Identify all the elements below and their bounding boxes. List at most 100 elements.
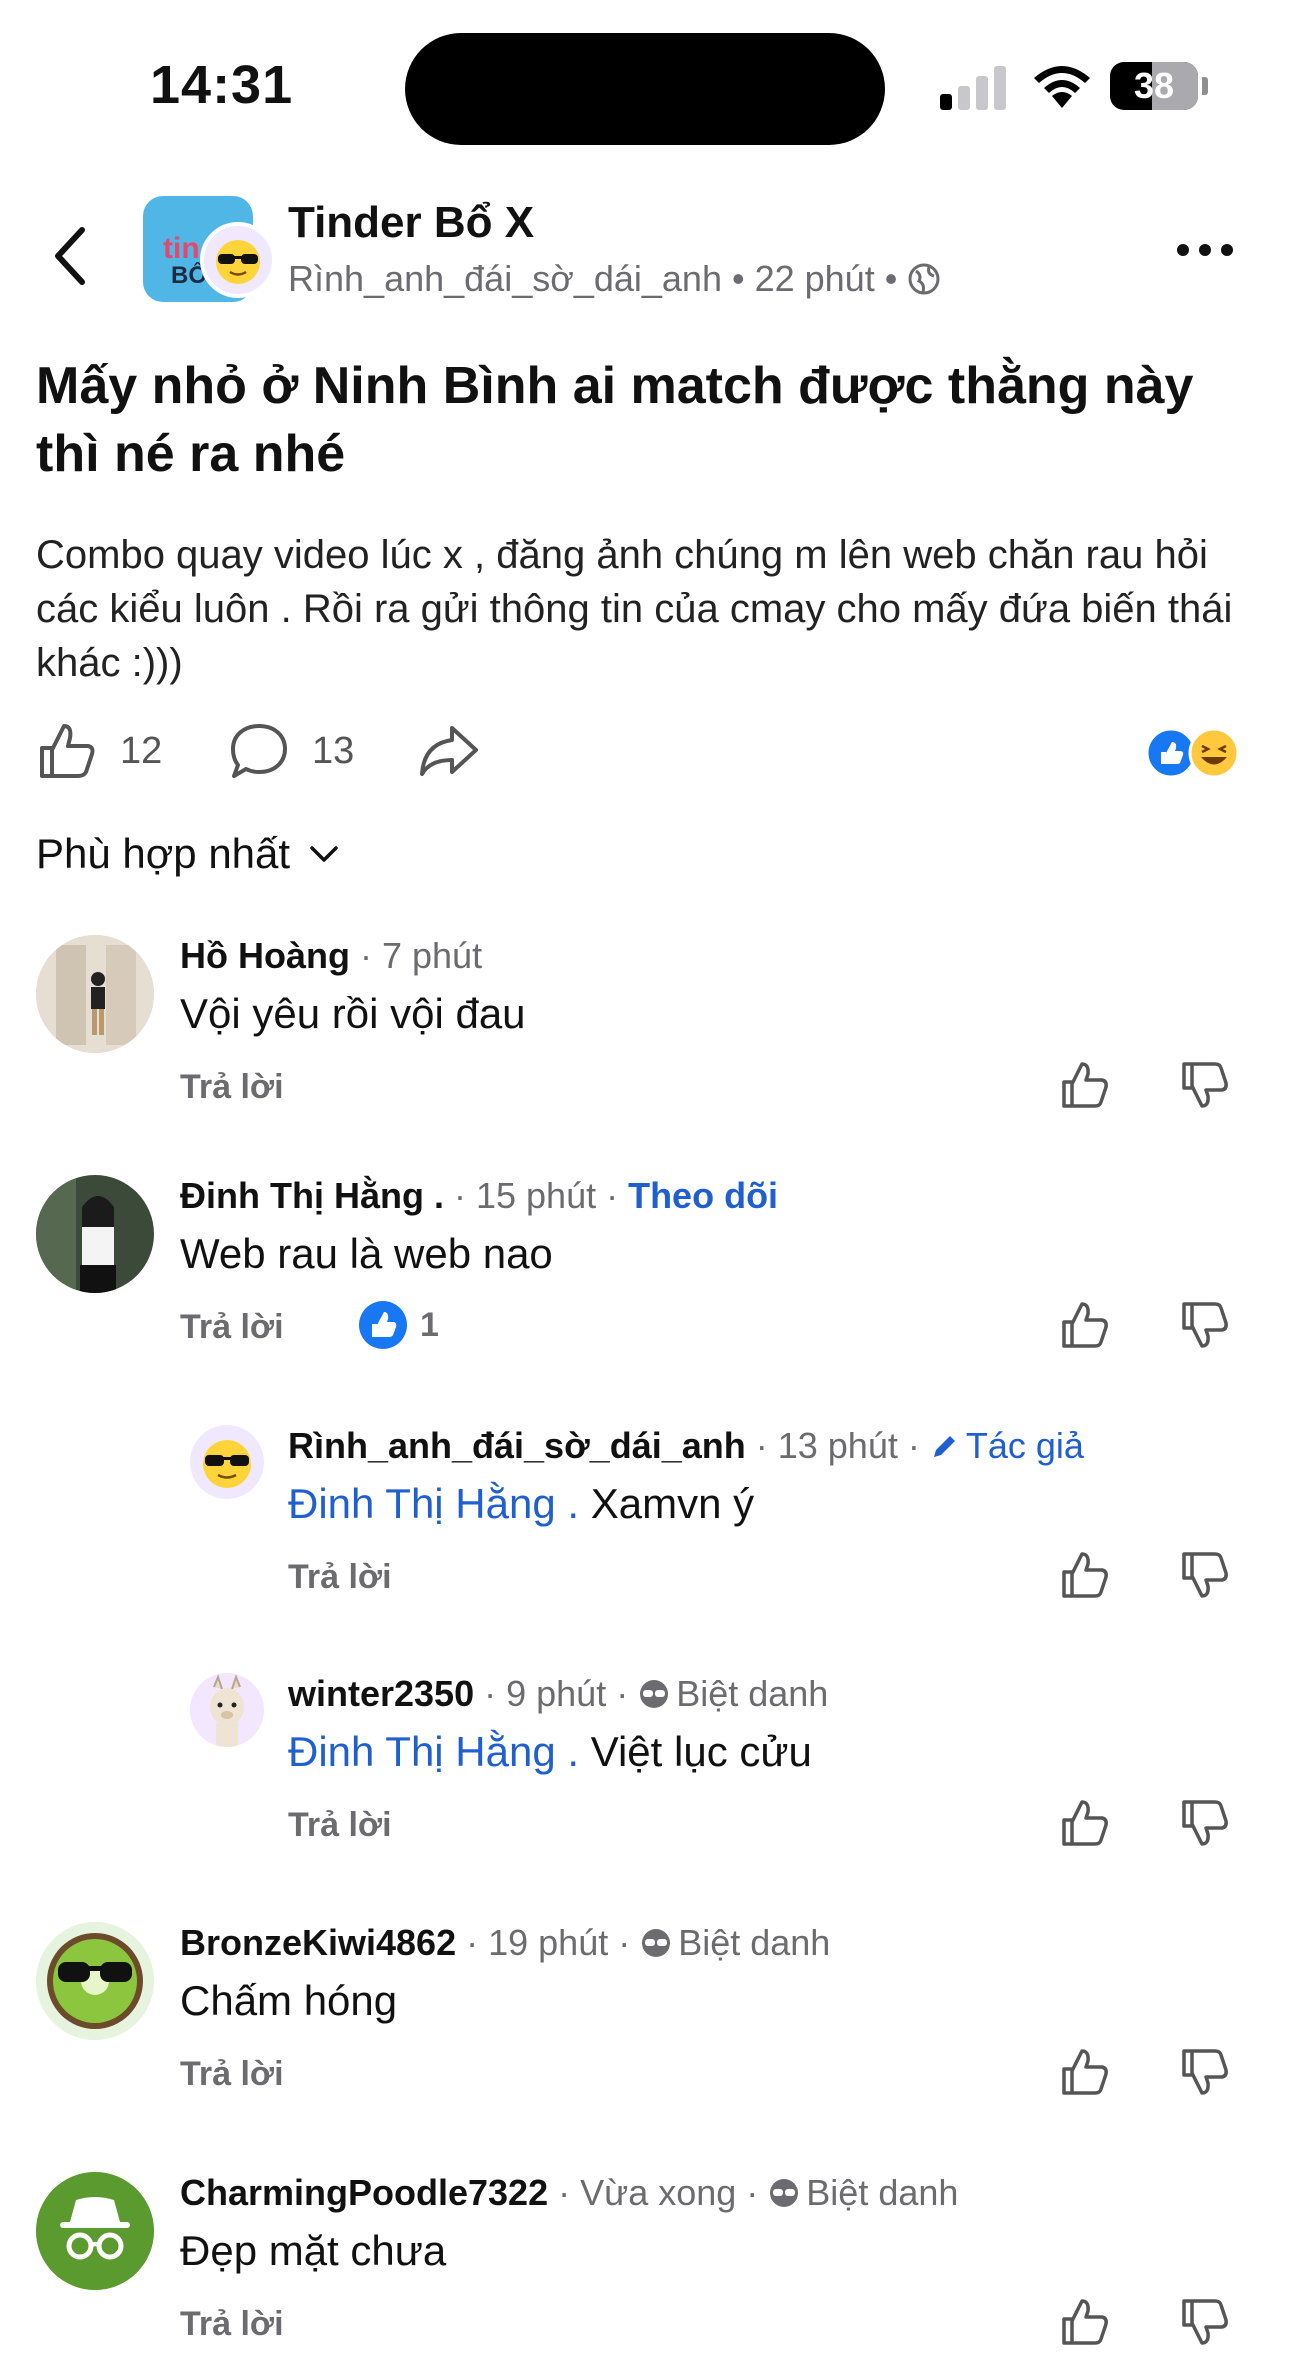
pencil-icon [933,1436,955,1457]
battery-indicator: 38 [1110,62,1208,110]
upvote-icon[interactable] [1060,1550,1110,1600]
author-badge: Tác giả [930,1425,1084,1467]
upvote-icon[interactable] [1060,1060,1110,1110]
reply-button[interactable]: Trả lời [288,1806,392,1845]
comment-text: Đẹp mặt chưa [180,2227,447,2274]
nickname-label: Biệt danh [806,2172,959,2213]
avatar-photo [36,935,154,1053]
comment-time: · 7 phút [359,935,483,976]
reply-button[interactable]: Trả lời [180,1308,284,1347]
avatar[interactable] [36,1175,154,1293]
reply-button[interactable]: Trả lời [180,2055,284,2094]
avatar-photo [36,1175,154,1293]
comment-time: · Vừa xong · [558,2172,759,2213]
mention-link[interactable]: Đinh Thị Hằng . [288,1480,579,1527]
comment-text: Chấm hóng [180,1977,398,2024]
globe-icon [908,263,940,295]
alpaca-avatar-icon [190,1673,264,1747]
follow-button[interactable]: Theo dõi [628,1175,778,1217]
post-body: Combo quay video lúc x , đăng ảnh chúng … [36,533,1233,685]
downvote-icon[interactable] [1180,1060,1230,1110]
incognito-icon [770,2179,799,2207]
battery-level: 38 [1133,65,1175,106]
comment-bubble-icon [231,724,287,778]
author-badge-label: Tác giả [965,1425,1084,1466]
wifi-icon [1034,66,1090,108]
nickname-badge: Biệt danh [640,1922,830,1964]
commenter-name[interactable]: BronzeKiwi4862 [180,1922,456,1964]
downvote-icon[interactable] [1180,1798,1230,1848]
commenter-name[interactable]: Rình_anh_đái_sờ_dái_anh [288,1425,746,1467]
reply-button[interactable]: Trả lời [180,1068,284,1107]
share-arrow-icon [420,726,478,776]
commenter-name[interactable]: CharmingPoodle7322 [180,2172,548,2214]
comment-header: CharmingPoodle7322 · Vừa xong · Biệt dan… [180,2172,958,2214]
comment-body: Xamvn ý [590,1480,755,1527]
comment-time: · 15 phút · [453,1175,619,1216]
share-button[interactable] [416,720,480,782]
avatar[interactable] [190,1673,264,1747]
comment-like-count[interactable]: 1 [358,1300,439,1350]
author-avatar[interactable] [200,222,276,298]
status-bar: 14:31 38 [0,0,1290,170]
comment-text: Đinh Thị Hằng . Xamvn ý [288,1480,754,1528]
comment-body: Việt lục cửu [590,1728,812,1775]
nickname-label: Biệt danh [678,1922,831,1963]
post-meta: Rình_anh_đái_sờ_dái_anh • 22 phút • [288,258,941,300]
downvote-icon[interactable] [1180,1550,1230,1600]
upvote-icon[interactable] [1060,2047,1110,2097]
comment-header: Rình_anh_đái_sờ_dái_anh · 13 phút · Tác … [288,1425,1084,1467]
cellular-signal-icon [940,66,1010,110]
comment-header: winter2350 · 9 phút · Biệt danh [288,1673,828,1715]
haha-reaction-icon [1188,727,1240,779]
meta-separator: • [884,258,898,299]
post-title: Mấy nhỏ ở Ninh Bình ai match được thằng … [36,357,1194,483]
post-actions: 12 13 [36,712,1256,788]
group-logo-text: tin [163,232,200,265]
comment-time: · 13 phút · [755,1425,920,1466]
meta-separator: • [731,258,745,299]
like-reaction-icon [359,1301,407,1349]
like-reaction-icon [1145,727,1197,779]
group-name[interactable]: Tinder Bổ X [288,198,534,248]
comment-text: Web rau là web nao [180,1230,553,1277]
upvote-icon[interactable] [1060,1798,1110,1848]
like-button[interactable]: 12 [36,720,162,782]
commenter-name[interactable]: Hồ Hoàng [180,935,350,977]
reply-button[interactable]: Trả lời [288,1558,392,1597]
avatar[interactable] [36,1922,154,2040]
thumbs-up-icon [40,724,95,778]
downvote-icon[interactable] [1180,1300,1230,1350]
avatar[interactable] [190,1425,264,1499]
commenter-name[interactable]: Đinh Thị Hằng . [180,1175,444,1217]
back-chevron-icon[interactable] [50,226,90,286]
comment-count: 13 [312,729,355,772]
nickname-badge: Biệt danh [768,2172,958,2214]
comment-text: Vội yêu rồi vội đau [180,990,526,1037]
upvote-icon[interactable] [1060,2297,1110,2347]
sort-dropdown[interactable]: Phù hợp nhất [36,830,340,878]
comment-header: Hồ Hoàng · 7 phút [180,935,482,977]
incognito-avatar-icon [36,2172,154,2290]
upvote-icon[interactable] [1060,1300,1110,1350]
commenter-name[interactable]: winter2350 [288,1673,474,1715]
sunglasses-emoji-icon [216,240,260,284]
chevron-down-icon [310,846,338,862]
like-count: 1 [420,1305,439,1344]
comment-text: Đinh Thị Hằng . Việt lục cửu [288,1728,812,1776]
avatar[interactable] [36,2172,154,2290]
more-options-icon[interactable] [1175,240,1235,260]
dynamic-island [405,33,885,145]
post-time: 22 phút [754,258,875,299]
nickname-badge: Biệt danh [638,1673,828,1715]
reaction-summary[interactable] [1144,726,1244,780]
post-author[interactable]: Rình_anh_đái_sờ_dái_anh [288,258,722,300]
nickname-label: Biệt danh [676,1673,829,1714]
kiwi-sunglasses-avatar-icon [36,1922,154,2040]
reply-button[interactable]: Trả lời [180,2305,284,2344]
downvote-icon[interactable] [1180,2297,1230,2347]
comment-button[interactable]: 13 [228,720,354,782]
mention-link[interactable]: Đinh Thị Hằng . [288,1728,579,1775]
downvote-icon[interactable] [1180,2047,1230,2097]
avatar[interactable] [36,935,154,1053]
